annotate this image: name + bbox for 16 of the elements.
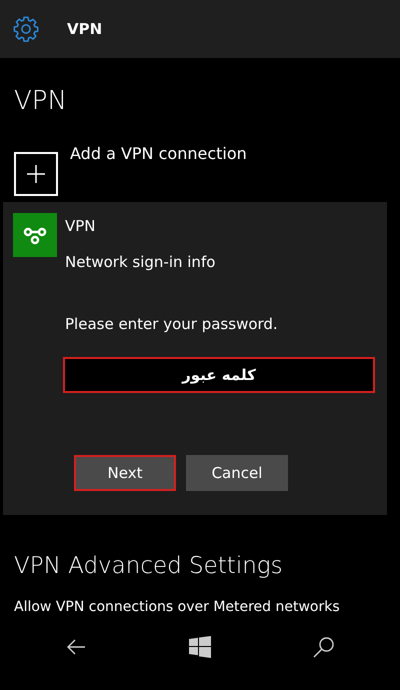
page-title: VPN <box>13 85 68 118</box>
search-icon[interactable] <box>312 635 336 659</box>
vpn-app-icon <box>13 213 57 257</box>
dialog-app-name: VPN <box>65 217 97 235</box>
add-vpn-connection-link[interactable]: Add a VPN connection <box>70 144 247 163</box>
password-field[interactable]: کلمه عبور <box>63 357 375 393</box>
add-icon[interactable] <box>14 152 58 196</box>
header-title: VPN <box>67 20 102 38</box>
option-label: Allow VPN connections over Metered networks <box>13 598 341 615</box>
next-button[interactable]: Next <box>74 455 176 491</box>
dialog-subtitle: Network sign-in info <box>65 253 216 271</box>
password-prompt: Please enter your password. <box>65 315 278 333</box>
settings-icon <box>12 15 40 43</box>
section-title: VPN Advanced Settings <box>13 552 284 579</box>
cancel-button[interactable]: Cancel <box>186 455 288 491</box>
windows-icon[interactable] <box>189 636 211 658</box>
